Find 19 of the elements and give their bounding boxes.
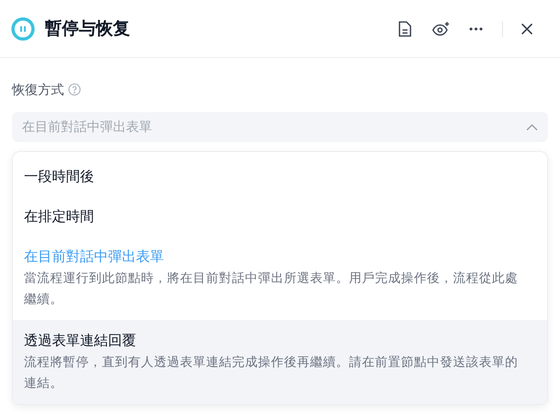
document-icon[interactable]: [398, 20, 414, 38]
eye-icon[interactable]: [432, 20, 450, 38]
dropdown-option[interactable]: 在目前對話中彈出表單 當流程運行到此節點時，將在目前對話中彈出所選表單。用戶完成操作後，流程從此處繼續。: [13, 236, 547, 320]
field-label: 恢復方式: [12, 81, 64, 99]
help-icon: [68, 83, 81, 96]
option-title: 在排定時間: [24, 206, 95, 226]
option-title: 透過表單連結回覆: [24, 330, 137, 350]
panel-title: 暫停与恢复: [45, 18, 130, 40]
option-title: 一段時間後: [24, 166, 95, 186]
dropdown-option[interactable]: 在排定時間: [13, 196, 547, 236]
select-placeholder: 在目前對話中彈出表單: [22, 118, 152, 136]
pause-icon: [11, 16, 35, 40]
option-title: 在目前對話中彈出表單: [24, 246, 165, 266]
option-description: 流程將暫停，直到有人透過表單連結完成操作後再繼續。請在前置節點中發送該表單的連結。: [24, 354, 519, 392]
chevron-icon: [526, 122, 538, 130]
dropdown-option[interactable]: 一段時間後: [13, 156, 547, 196]
option-description: 當流程運行到此節點時，將在目前對話中彈出所選表單。用戶完成操作後，流程從此處繼續。: [24, 270, 519, 308]
close-icon[interactable]: [521, 22, 535, 36]
dropdown-option[interactable]: 透過表單連結回覆 流程將暫停，直到有人透過表單連結完成操作後再繼續。請在前置節點中發送該表單的連結。: [13, 320, 547, 404]
